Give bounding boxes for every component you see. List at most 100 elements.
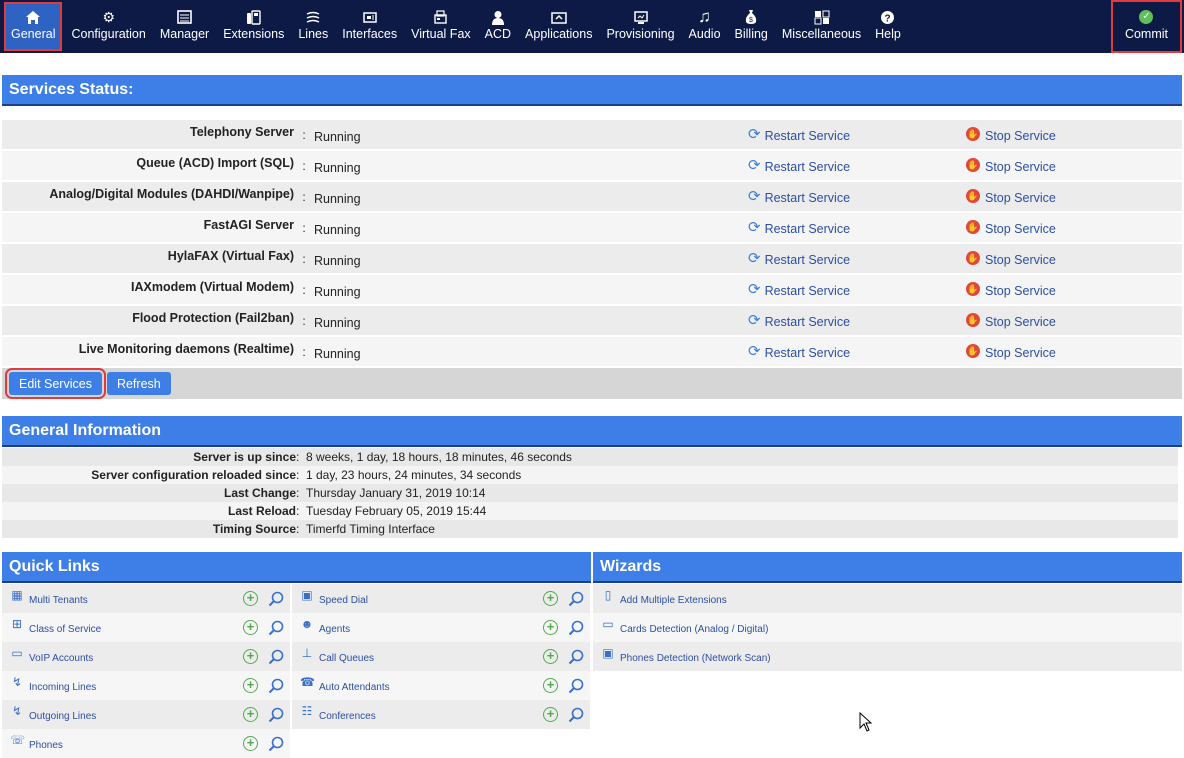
quick-link-label[interactable]: Auto Attendants bbox=[319, 682, 543, 693]
restart-service-link[interactable]: ⟳ Restart Service bbox=[748, 250, 966, 267]
stop-service-link[interactable]: ✋ Stop Service bbox=[966, 281, 1056, 298]
nav-acd[interactable]: ACD bbox=[478, 0, 518, 53]
add-icon[interactable]: + bbox=[543, 620, 558, 635]
stop-service-link[interactable]: ✋ Stop Service bbox=[966, 126, 1056, 143]
quick-link-label[interactable]: Class of Service bbox=[29, 624, 243, 635]
nav-label: Miscellaneous bbox=[781, 27, 862, 41]
nav-audio[interactable]: ♫ Audio bbox=[682, 0, 728, 53]
info-value: Thursday January 31, 2019 10:14 bbox=[306, 486, 486, 500]
stop-hand-icon: ✋ bbox=[966, 250, 980, 265]
add-icon[interactable]: + bbox=[543, 707, 558, 722]
stop-hand-icon: ✋ bbox=[966, 343, 980, 358]
service-colon: : bbox=[302, 282, 306, 297]
quick-link-label[interactable]: Add Multiple Extensions bbox=[620, 595, 1182, 606]
applications-icon bbox=[551, 8, 567, 26]
nav-provisioning[interactable]: Provisioning bbox=[599, 0, 681, 53]
card-icon: ▭ bbox=[602, 616, 614, 631]
add-icon[interactable]: + bbox=[243, 678, 258, 693]
restart-service-link[interactable]: ⟳ Restart Service bbox=[748, 219, 966, 236]
add-icon[interactable]: + bbox=[543, 591, 558, 606]
nav-label: ACD bbox=[484, 27, 512, 41]
speed-dial-icon: ▣ bbox=[301, 587, 313, 602]
stop-service-link[interactable]: ✋ Stop Service bbox=[966, 343, 1056, 360]
search-icon[interactable] bbox=[267, 677, 285, 695]
stop-service-link[interactable]: ✋ Stop Service bbox=[966, 188, 1056, 205]
search-icon[interactable] bbox=[567, 706, 585, 724]
service-colon: : bbox=[302, 251, 306, 266]
search-icon[interactable] bbox=[267, 648, 285, 666]
quick-link-label[interactable]: Call Queues bbox=[319, 653, 543, 664]
nav-general[interactable]: General bbox=[4, 2, 63, 51]
stop-label: Stop Service bbox=[985, 252, 1056, 267]
add-icon[interactable]: + bbox=[543, 678, 558, 693]
service-row: Queue (ACD) Import (SQL): Running ⟳ Restart… bbox=[2, 151, 1182, 181]
quick-link-label[interactable]: Speed Dial bbox=[319, 595, 543, 606]
restart-service-link[interactable]: ⟳ Restart Service bbox=[748, 157, 966, 174]
edit-services-button[interactable]: Edit Services bbox=[5, 368, 106, 399]
info-label: Last Change bbox=[223, 486, 296, 500]
add-icon[interactable]: + bbox=[243, 591, 258, 606]
restart-service-link[interactable]: ⟳ Restart Service bbox=[748, 312, 966, 329]
search-icon[interactable] bbox=[267, 590, 285, 608]
stop-service-link[interactable]: ✋ Stop Service bbox=[966, 219, 1056, 236]
quick-link-label[interactable]: Agents bbox=[319, 624, 543, 635]
quick-link-label[interactable]: Multi Tenants bbox=[29, 595, 243, 606]
search-icon[interactable] bbox=[567, 677, 585, 695]
nav-configuration[interactable]: ⚙ Configuration bbox=[64, 0, 152, 53]
commit-button[interactable]: ✓ Commit bbox=[1110, 0, 1182, 53]
nav-applications[interactable]: Applications bbox=[518, 0, 599, 53]
restart-service-link[interactable]: ⟳ Restart Service bbox=[748, 188, 966, 205]
nav-help[interactable]: ? Help bbox=[868, 0, 908, 53]
info-value: Tuesday February 05, 2019 15:44 bbox=[306, 504, 487, 518]
search-icon[interactable] bbox=[567, 648, 585, 666]
incoming-lines-icon: ↯ bbox=[11, 674, 23, 689]
quick-link-label[interactable]: VoIP Accounts bbox=[29, 653, 243, 664]
stop-service-link[interactable]: ✋ Stop Service bbox=[966, 250, 1056, 267]
refresh-button[interactable]: Refresh bbox=[106, 372, 171, 395]
add-icon[interactable]: + bbox=[243, 736, 258, 751]
search-icon[interactable] bbox=[267, 706, 285, 724]
nav-manager[interactable]: Manager bbox=[153, 0, 216, 53]
nav-interfaces[interactable]: Interfaces bbox=[335, 0, 404, 53]
quick-link-label[interactable]: Incoming Lines bbox=[29, 682, 243, 693]
service-colon: : bbox=[302, 189, 306, 204]
add-icon[interactable]: + bbox=[243, 707, 258, 722]
search-icon[interactable] bbox=[567, 619, 585, 637]
quick-link-label[interactable]: Outgoing Lines bbox=[29, 711, 243, 722]
quick-link-label[interactable]: Phones Detection (Network Scan) bbox=[620, 653, 1182, 664]
stop-service-link[interactable]: ✋ Stop Service bbox=[966, 157, 1056, 174]
restart-service-link[interactable]: ⟳ Restart Service bbox=[748, 281, 966, 298]
service-status: Running bbox=[314, 253, 361, 268]
nav-billing[interactable]: $ Billing bbox=[728, 0, 775, 53]
service-name: IAXmodem (Virtual Modem) bbox=[131, 279, 294, 294]
info-row: Server configuration reloaded since:1 da… bbox=[2, 466, 1178, 484]
search-icon[interactable] bbox=[567, 590, 585, 608]
stop-service-link[interactable]: ✋ Stop Service bbox=[966, 312, 1056, 329]
restart-icon: ⟳ bbox=[748, 280, 761, 298]
quick-link-label[interactable]: Phones bbox=[29, 740, 243, 751]
service-name: HylaFAX (Virtual Fax) bbox=[167, 248, 294, 263]
nav-lines[interactable]: Lines bbox=[291, 0, 335, 53]
quick-link-label[interactable]: Conferences bbox=[319, 711, 543, 722]
stop-label: Stop Service bbox=[985, 159, 1056, 174]
stop-hand-icon: ✋ bbox=[966, 126, 980, 141]
quick-link-item: ☻ Agents + bbox=[292, 613, 590, 642]
restart-service-link[interactable]: ⟳ Restart Service bbox=[748, 126, 966, 143]
question-icon: ? bbox=[880, 8, 895, 26]
nav-extensions[interactable]: Extensions bbox=[216, 0, 291, 53]
building-icon: ▦ bbox=[11, 587, 23, 602]
search-icon[interactable] bbox=[267, 735, 285, 753]
add-icon[interactable]: + bbox=[243, 620, 258, 635]
general-information-title: General Information bbox=[9, 421, 162, 439]
nav-virtual-fax[interactable]: Virtual Fax bbox=[404, 0, 478, 53]
restart-service-link[interactable]: ⟳ Restart Service bbox=[748, 343, 966, 360]
music-note-icon: ♫ bbox=[698, 7, 711, 26]
add-icon[interactable]: + bbox=[243, 649, 258, 664]
add-icon[interactable]: + bbox=[543, 649, 558, 664]
search-icon[interactable] bbox=[267, 619, 285, 637]
service-row: Flood Protection (Fail2ban): Running ⟳ Rest… bbox=[2, 306, 1182, 336]
service-row: Analog/Digital Modules (DAHDI/Wanpipe): R… bbox=[2, 182, 1182, 212]
nav-miscellaneous[interactable]: Miscellaneous bbox=[775, 0, 868, 53]
quick-link-label[interactable]: Cards Detection (Analog / Digital) bbox=[620, 624, 1182, 635]
